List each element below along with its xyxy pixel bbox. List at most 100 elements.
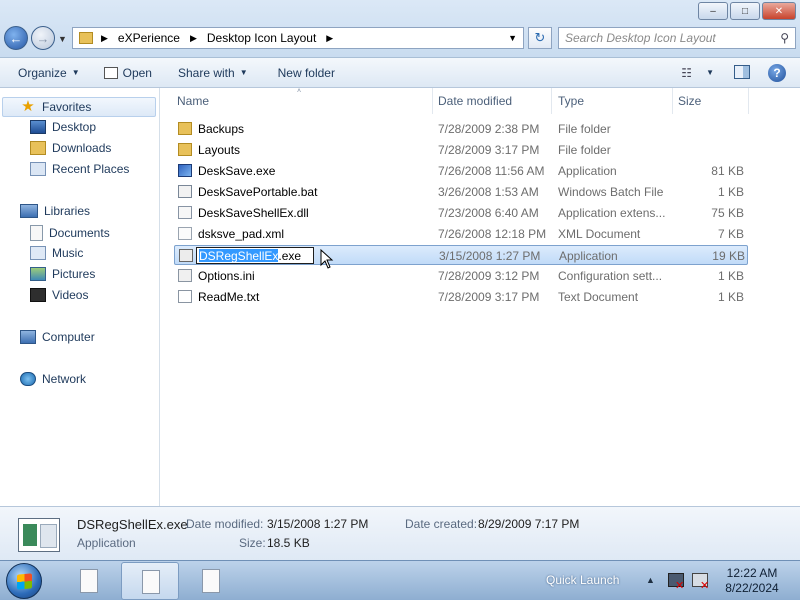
column-divider[interactable] bbox=[672, 88, 673, 114]
nav-item-favorites[interactable]: ★ Favorites bbox=[2, 97, 156, 117]
file-size: 1 KB bbox=[717, 185, 744, 199]
open-button[interactable]: Open bbox=[96, 58, 160, 88]
minimize-button[interactable]: – bbox=[698, 2, 728, 20]
help-icon[interactable]: ? bbox=[768, 64, 786, 82]
file-row-readme-txt[interactable]: ReadMe.txt 7/28/2009 3:17 PM Text Docume… bbox=[174, 287, 748, 307]
nav-item-pictures[interactable]: Pictures bbox=[30, 267, 95, 281]
file-thumbnail bbox=[18, 518, 60, 552]
file-type: Text Document bbox=[558, 290, 639, 304]
file-type: File folder bbox=[558, 122, 611, 136]
breadcrumb-desktop-icon-layout[interactable]: Desktop Icon Layout bbox=[207, 31, 316, 45]
file-row-dsregshellex-exe[interactable]: DSRegShellEx .exe 3/15/2008 1:27 PM Appli… bbox=[174, 245, 748, 265]
search-input[interactable]: Search Desktop Icon Layout ⚲ bbox=[558, 27, 796, 49]
address-dropdown-icon[interactable]: ▼ bbox=[508, 33, 517, 43]
system-clock[interactable]: 12:22 AM 8/22/2024 bbox=[722, 566, 782, 596]
file-name: DeskSaveShellEx.dll bbox=[198, 206, 309, 220]
file-size: 7 KB bbox=[717, 227, 744, 241]
nav-item-libraries[interactable]: Libraries bbox=[20, 204, 90, 218]
column-divider[interactable] bbox=[432, 88, 433, 114]
file-row-options-ini[interactable]: Options.ini 7/28/2009 3:12 PM Configurat… bbox=[174, 266, 748, 286]
chevron-down-icon: ▼ bbox=[239, 68, 248, 77]
refresh-button[interactable]: ↻ bbox=[528, 27, 552, 49]
column-divider[interactable] bbox=[551, 88, 552, 114]
organize-button[interactable]: Organize ▼ bbox=[10, 58, 88, 88]
pictures-icon bbox=[30, 267, 46, 281]
taskbar-button-document-3[interactable] bbox=[182, 562, 240, 600]
nav-item-documents[interactable]: Documents bbox=[30, 225, 110, 241]
breadcrumb-experience[interactable]: eXPerience bbox=[118, 31, 180, 45]
new-folder-button[interactable]: New folder bbox=[270, 58, 343, 88]
forward-button[interactable]: → bbox=[31, 26, 55, 50]
nav-item-music[interactable]: Music bbox=[30, 246, 83, 260]
recent-pages-dropdown[interactable]: ▼ bbox=[58, 34, 67, 44]
breadcrumb-separator[interactable]: ▶ bbox=[326, 33, 333, 44]
address-bar[interactable]: ▶ eXPerience ▶ Desktop Icon Layout ▶ ▼ bbox=[72, 27, 524, 49]
view-options-dropdown[interactable]: ▼ bbox=[706, 68, 714, 77]
clock-date: 8/22/2024 bbox=[725, 581, 779, 595]
file-row-layouts[interactable]: Layouts 7/28/2009 3:17 PM File folder bbox=[174, 140, 748, 160]
videos-icon bbox=[30, 288, 46, 302]
file-date: 7/28/2009 3:12 PM bbox=[438, 269, 540, 283]
breadcrumb-separator[interactable]: ▶ bbox=[101, 33, 108, 44]
file-date: 7/28/2009 3:17 PM bbox=[438, 290, 540, 304]
nav-label: Documents bbox=[49, 226, 110, 240]
nav-item-network[interactable]: Network bbox=[20, 372, 86, 386]
file-name: DeskSave.exe bbox=[198, 164, 276, 178]
new-folder-label: New folder bbox=[277, 65, 335, 80]
file-row-desksaveshellex-dll[interactable]: DeskSaveShellEx.dll 7/23/2008 6:40 AM Ap… bbox=[174, 203, 748, 223]
file-type: XML Document bbox=[558, 227, 641, 241]
windows-logo-icon bbox=[17, 573, 32, 590]
nav-item-desktop[interactable]: Desktop bbox=[30, 120, 96, 134]
file-size: 1 KB bbox=[717, 290, 744, 304]
nav-label: Pictures bbox=[52, 267, 96, 281]
column-header-name[interactable]: Name bbox=[177, 94, 209, 108]
downloads-folder-icon bbox=[30, 141, 46, 155]
nav-item-downloads[interactable]: Downloads bbox=[30, 141, 111, 155]
file-row-dsksve-pad-xml[interactable]: dsksve_pad.xml 7/26/2008 12:18 PM XML Do… bbox=[174, 224, 748, 244]
column-header-type[interactable]: Type bbox=[558, 94, 584, 108]
details-pane: DSRegShellEx.exe Application Date modifi… bbox=[0, 506, 800, 560]
document-icon bbox=[142, 570, 160, 594]
details-filename: DSRegShellEx.exe bbox=[77, 517, 188, 532]
details-size-label: Size: bbox=[239, 536, 266, 550]
document-icon bbox=[80, 569, 98, 593]
file-row-desksave-exe[interactable]: DeskSave.exe 7/26/2008 11:56 AM Applicat… bbox=[174, 161, 748, 181]
column-divider[interactable] bbox=[748, 88, 749, 114]
nav-item-computer[interactable]: Computer bbox=[20, 330, 95, 344]
start-button[interactable] bbox=[6, 563, 42, 599]
rename-selected-text: DSRegShellEx bbox=[199, 249, 279, 263]
magnifier-icon[interactable]: ⚲ bbox=[780, 31, 789, 45]
file-name: DeskSavePortable.bat bbox=[198, 185, 318, 199]
quick-launch-toolbar[interactable]: Quick Launch bbox=[546, 573, 619, 587]
close-button[interactable]: ✕ bbox=[762, 2, 796, 20]
nav-item-videos[interactable]: Videos bbox=[30, 288, 88, 302]
file-name: dsksve_pad.xml bbox=[198, 227, 285, 241]
nav-label: Desktop bbox=[52, 120, 97, 134]
application-icon bbox=[179, 249, 193, 262]
rename-input[interactable]: DSRegShellEx .exe bbox=[196, 247, 314, 264]
libraries-icon bbox=[20, 204, 38, 218]
recent-places-icon bbox=[30, 162, 46, 176]
dll-file-icon bbox=[178, 206, 192, 219]
file-row-desksaveportable-bat[interactable]: DeskSavePortable.bat 3/26/2008 1:53 AM W… bbox=[174, 182, 748, 202]
file-date: 7/26/2008 12:18 PM bbox=[438, 227, 547, 241]
column-header-date-modified[interactable]: Date modified bbox=[438, 94, 512, 108]
back-button[interactable]: ← bbox=[4, 26, 28, 50]
column-header-size[interactable]: Size bbox=[678, 94, 701, 108]
nav-label: Computer bbox=[42, 330, 95, 344]
preview-pane-icon[interactable] bbox=[734, 65, 750, 79]
maximize-button[interactable]: □ bbox=[730, 2, 760, 20]
taskbar-button-document-1[interactable] bbox=[60, 562, 118, 600]
file-name: ReadMe.txt bbox=[198, 290, 260, 304]
file-date: 7/28/2009 3:17 PM bbox=[438, 143, 540, 157]
taskbar-button-document-2[interactable] bbox=[121, 562, 179, 600]
folder-icon bbox=[178, 143, 192, 156]
breadcrumb-separator[interactable]: ▶ bbox=[190, 33, 197, 44]
show-hidden-icons-button[interactable]: ▲ bbox=[646, 575, 655, 585]
share-with-button[interactable]: Share with ▼ bbox=[170, 58, 256, 88]
file-list: ˄ Name Date modified Type Size Backups 7… bbox=[160, 88, 800, 506]
change-view-icon[interactable]: ☷ bbox=[681, 66, 692, 80]
nav-item-recent-places[interactable]: Recent Places bbox=[30, 162, 129, 176]
file-row-backups[interactable]: Backups 7/28/2009 2:38 PM File folder bbox=[174, 119, 748, 139]
taskbar: Quick Launch ▲ ✕ ✕ 12:22 AM 8/22/2024 bbox=[0, 560, 800, 600]
